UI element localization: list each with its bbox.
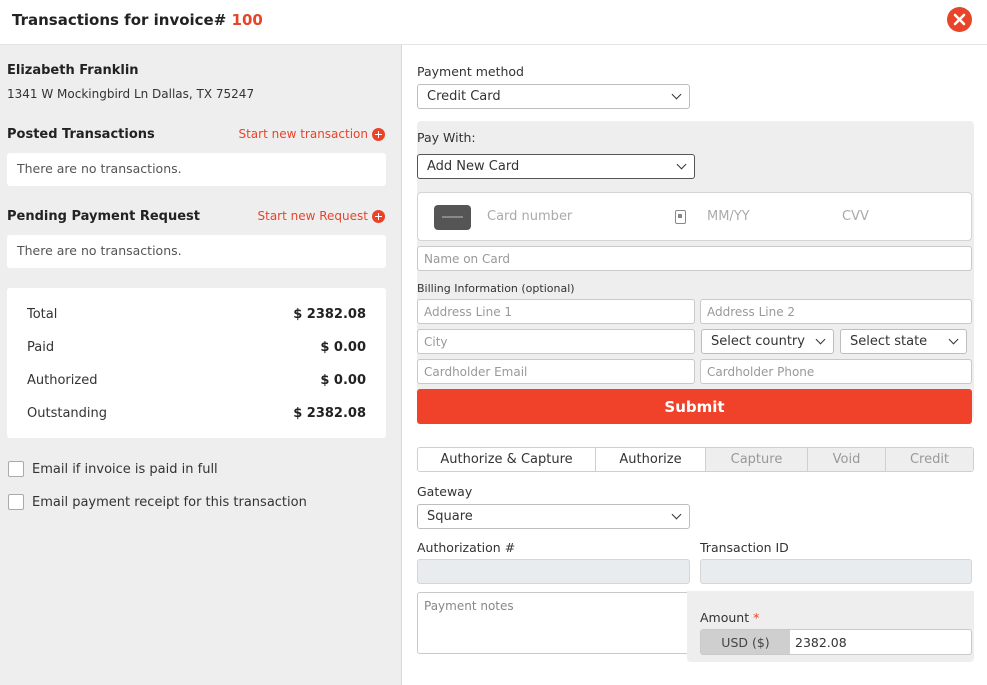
- chevron-down-icon: [948, 334, 959, 345]
- totals-label: Outstanding: [27, 406, 107, 421]
- payment-notes-textarea[interactable]: Payment notes: [417, 592, 690, 654]
- gateway-select[interactable]: Square: [417, 504, 690, 529]
- chevron-down-icon: [671, 89, 682, 100]
- pay-with-value: Add New Card: [427, 159, 520, 174]
- name-on-card-input[interactable]: Name on Card: [417, 246, 972, 271]
- posted-transactions-title: Posted Transactions: [7, 127, 155, 142]
- title-prefix: Transactions for invoice#: [12, 11, 227, 29]
- gateway-value: Square: [427, 509, 473, 524]
- transaction-id-label: Transaction ID: [700, 540, 789, 555]
- start-new-request-label: Start new Request: [257, 209, 369, 223]
- payment-method-label: Payment method: [417, 64, 524, 79]
- plus-circle-icon: [372, 127, 385, 141]
- tab-void[interactable]: Void: [808, 448, 886, 471]
- email-paid-full-checkbox[interactable]: [8, 461, 24, 477]
- pay-with-label: Pay With:: [417, 130, 476, 145]
- totals-summary: Total $ 2382.08 Paid $ 0.00 Authorized $…: [7, 288, 386, 438]
- email-receipt-checkbox[interactable]: [8, 494, 24, 510]
- amount-input[interactable]: 2382.08: [790, 630, 971, 654]
- payment-method-value: Credit Card: [427, 89, 501, 104]
- totals-value: $ 2382.08: [293, 406, 366, 421]
- modal-title: Transactions for invoice# 100: [12, 11, 263, 29]
- authorization-number-input[interactable]: [417, 559, 690, 584]
- start-new-request-link[interactable]: Start new Request: [257, 209, 385, 223]
- country-select[interactable]: Select country: [701, 329, 834, 354]
- payment-details-panel: Pay With: Add New Card Card number MM/YY…: [417, 121, 974, 419]
- totals-label: Paid: [27, 340, 55, 355]
- email-receipt-option[interactable]: Email payment receipt for this transacti…: [8, 494, 307, 510]
- right-panel: Payment method Credit Card Pay With: Add…: [402, 45, 987, 685]
- amount-panel: Amount * USD ($) 2382.08: [687, 591, 974, 662]
- customer-name: Elizabeth Franklin: [7, 63, 139, 78]
- currency-addon: USD ($): [701, 630, 790, 654]
- modal-header: Transactions for invoice# 100: [0, 0, 987, 45]
- submit-button[interactable]: Submit: [417, 389, 972, 424]
- email-paid-full-label: Email if invoice is paid in full: [32, 461, 218, 477]
- amount-label-text: Amount: [700, 610, 750, 625]
- tab-credit[interactable]: Credit: [886, 448, 973, 471]
- totals-value: $ 0.00: [320, 373, 366, 388]
- gateway-label: Gateway: [417, 484, 473, 499]
- totals-label: Total: [27, 307, 58, 322]
- address-line-2-input[interactable]: Address Line 2: [700, 299, 972, 324]
- cardholder-email-input[interactable]: Cardholder Email: [417, 359, 695, 384]
- totals-row-total: Total $ 2382.08: [27, 307, 366, 322]
- card-input-group: Card number MM/YY CVV: [417, 192, 972, 241]
- cardholder-phone-input[interactable]: Cardholder Phone: [700, 359, 972, 384]
- left-panel: Elizabeth Franklin 1341 W Mockingbird Ln…: [0, 45, 402, 685]
- transaction-id-input[interactable]: [700, 559, 972, 584]
- posted-transactions-empty: There are no transactions.: [7, 153, 386, 186]
- credit-card-icon: [434, 205, 471, 230]
- chevron-down-icon: [676, 159, 687, 170]
- chevron-down-icon: [671, 509, 682, 520]
- payment-method-select[interactable]: Credit Card: [417, 84, 690, 109]
- close-button[interactable]: [947, 7, 972, 32]
- plus-circle-icon: [372, 209, 385, 223]
- chevron-down-icon: [815, 334, 826, 345]
- transaction-type-tabs: Authorize & Capture Authorize Capture Vo…: [417, 447, 974, 472]
- tab-authorize[interactable]: Authorize: [596, 448, 706, 471]
- tab-authorize-capture[interactable]: Authorize & Capture: [418, 448, 596, 471]
- country-value: Select country: [711, 334, 805, 349]
- amount-label: Amount *: [700, 610, 759, 625]
- totals-row-authorized: Authorized $ 0.00: [27, 373, 366, 388]
- totals-value: $ 0.00: [320, 340, 366, 355]
- state-select[interactable]: Select state: [840, 329, 967, 354]
- calendar-icon: [675, 210, 686, 224]
- state-value: Select state: [850, 334, 928, 349]
- start-new-transaction-link[interactable]: Start new transaction: [238, 127, 385, 141]
- pending-request-empty: There are no transactions.: [7, 235, 386, 268]
- city-input[interactable]: City: [417, 329, 695, 354]
- invoice-number: 100: [231, 11, 263, 29]
- close-icon: [953, 13, 966, 26]
- totals-row-paid: Paid $ 0.00: [27, 340, 366, 355]
- cvv-input[interactable]: CVV: [842, 209, 869, 224]
- billing-info-label: Billing Information (optional): [417, 282, 575, 295]
- email-receipt-label: Email payment receipt for this transacti…: [32, 494, 307, 510]
- amount-input-group: USD ($) 2382.08: [700, 629, 972, 655]
- expiry-input[interactable]: MM/YY: [707, 209, 750, 224]
- required-mark: *: [753, 610, 760, 625]
- card-number-input[interactable]: Card number: [487, 209, 572, 224]
- customer-address: 1341 W Mockingbird Ln Dallas, TX 75247: [7, 87, 255, 101]
- pay-with-select[interactable]: Add New Card: [417, 154, 695, 179]
- start-new-transaction-label: Start new transaction: [238, 127, 368, 141]
- authorization-number-label: Authorization #: [417, 540, 516, 555]
- email-paid-full-option[interactable]: Email if invoice is paid in full: [8, 461, 218, 477]
- totals-label: Authorized: [27, 373, 98, 388]
- pending-request-title: Pending Payment Request: [7, 209, 200, 224]
- address-line-1-input[interactable]: Address Line 1: [417, 299, 695, 324]
- totals-row-outstanding: Outstanding $ 2382.08: [27, 406, 366, 421]
- tab-capture[interactable]: Capture: [706, 448, 808, 471]
- totals-value: $ 2382.08: [293, 307, 366, 322]
